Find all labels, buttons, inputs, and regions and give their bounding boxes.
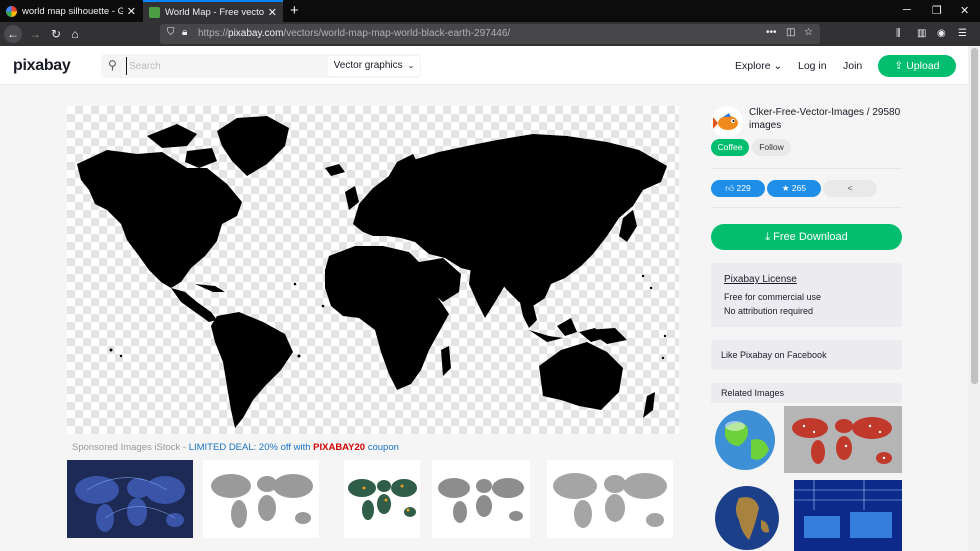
url-text[interactable]: https://pixabay.com/vectors/world-map-ma… xyxy=(198,28,510,39)
restore-icon[interactable]: ❐ xyxy=(932,4,942,17)
explore-menu[interactable]: Explore ⌄ xyxy=(735,60,782,72)
avatar[interactable] xyxy=(711,106,743,138)
tab-title: World Map - Free vector graph xyxy=(165,6,264,18)
main-image[interactable] xyxy=(67,106,679,434)
chevron-down-icon: ⌄ xyxy=(770,60,783,72)
gray-map-image xyxy=(438,478,524,523)
night-map-image xyxy=(75,476,185,532)
sponsored-line: Sponsored Images iStock - LIMITED DEAL: … xyxy=(72,442,399,453)
chevron-down-icon: ⌄ xyxy=(405,61,415,70)
facebook-like-box[interactable]: Like Pixabay on Facebook xyxy=(711,340,902,370)
lock-icon[interactable]: 🔒︎ xyxy=(182,27,187,38)
dotted-map-image xyxy=(553,473,667,528)
search-icon[interactable]: ⚲ xyxy=(108,58,117,72)
earth-image xyxy=(715,486,779,550)
license-line: No attribution required xyxy=(724,306,814,316)
new-tab-icon[interactable]: + xyxy=(290,2,299,19)
download-icon: ⤓ xyxy=(765,231,771,243)
menu-icon[interactable]: ☰ xyxy=(958,28,967,39)
scrollbar-thumb[interactable] xyxy=(971,48,978,384)
author-info[interactable]: Clker-Free-Vector-Images / 29580 images xyxy=(749,106,909,132)
pixabay-logo[interactable]: pixabay xyxy=(13,57,71,75)
category-label: Vector graphics xyxy=(333,60,403,71)
share-button[interactable]: < xyxy=(823,180,877,197)
home-icon[interactable]: ⌂ xyxy=(66,25,84,43)
license-line: Free for commercial use xyxy=(724,292,822,302)
close-icon[interactable]: ✕ xyxy=(127,5,136,18)
thumbs-up-icon: 👍︎ xyxy=(725,183,735,193)
sponsored-thumbnail[interactable] xyxy=(67,460,193,538)
coffee-button[interactable]: Coffee xyxy=(711,139,749,156)
favorite-button[interactable]: ★ 265 xyxy=(767,180,821,197)
pin-map-image xyxy=(792,417,892,464)
sponsored-thumbnail[interactable] xyxy=(432,460,530,538)
related-images-title: Related Images xyxy=(711,383,902,403)
related-image-pin-map[interactable] xyxy=(784,406,902,473)
related-image-globe[interactable] xyxy=(711,406,779,474)
author-name[interactable]: Clker-Free-Vector-Images / 29580 xyxy=(749,106,909,119)
tab-world-map[interactable]: World Map - Free vector graph ✕ xyxy=(143,0,283,22)
site-header: pixabay ⚲ Vector graphics ⌄ Explore ⌄ Lo… xyxy=(0,46,968,85)
related-image-tech[interactable] xyxy=(794,480,902,551)
browser-tab-bar: world map silhouette - Google ✕ World Ma… xyxy=(0,0,980,22)
upload-button[interactable]: ⇪ Upload xyxy=(878,55,956,77)
login-link[interactable]: Log in xyxy=(798,60,827,72)
sponsored-thumbnail[interactable] xyxy=(203,460,319,538)
gray-dotted-map-image xyxy=(211,474,313,528)
google-icon xyxy=(6,5,17,17)
reload-icon[interactable]: ↻ xyxy=(47,25,65,43)
world-map-silhouette xyxy=(77,116,667,428)
search-input[interactable] xyxy=(126,57,326,75)
category-dropdown[interactable]: Vector graphics ⌄ xyxy=(328,56,420,76)
tech-network-image xyxy=(794,480,902,538)
follow-button[interactable]: Follow xyxy=(752,139,791,156)
account-icon[interactable]: ◉ xyxy=(937,28,946,39)
green-map-image xyxy=(348,479,417,520)
like-button[interactable]: 👍︎ 229 xyxy=(711,180,765,197)
more-icon[interactable]: ••• xyxy=(766,27,777,38)
pocket-icon[interactable]: ◫ xyxy=(786,27,795,38)
window-close-icon[interactable]: ✕ xyxy=(960,4,969,17)
bookmark-star-icon[interactable]: ☆ xyxy=(804,27,813,38)
close-icon[interactable]: ✕ xyxy=(268,6,277,19)
url-bar[interactable]: ⛉ 🔒︎ https://pixabay.com/vectors/world-m… xyxy=(160,24,820,44)
license-link[interactable]: Pixabay License xyxy=(724,274,797,285)
deal-link[interactable]: LIMITED DEAL: 20% off with xyxy=(189,442,313,453)
minimize-icon[interactable]: ─ xyxy=(903,4,911,16)
divider xyxy=(711,168,902,169)
join-link[interactable]: Join xyxy=(843,60,862,72)
sponsored-thumbnail[interactable] xyxy=(344,460,420,538)
upload-icon: ⇪ xyxy=(894,60,904,72)
sidebar-icon[interactable]: ▥ xyxy=(917,28,926,39)
tab-title: world map silhouette - Google xyxy=(22,5,123,17)
forward-icon[interactable]: → xyxy=(26,25,44,43)
free-download-button[interactable]: ⤓ Free Download xyxy=(711,224,902,250)
author-images: images xyxy=(749,120,782,131)
coupon-code[interactable]: PIXABAY20 xyxy=(313,442,365,453)
pixabay-icon xyxy=(149,6,160,18)
search-box: ⚲ Vector graphics ⌄ xyxy=(101,54,421,78)
fish-avatar-image xyxy=(713,113,738,130)
back-icon[interactable]: ← xyxy=(4,25,22,43)
tab-google-search[interactable]: world map silhouette - Google ✕ xyxy=(0,0,142,22)
sponsored-thumbnail[interactable] xyxy=(547,460,673,538)
divider xyxy=(711,207,902,208)
share-icon: < xyxy=(847,183,853,193)
globe-image xyxy=(715,410,775,470)
library-icon[interactable]: ⫼ xyxy=(896,28,901,39)
related-image-earth[interactable] xyxy=(711,480,783,551)
shield-icon[interactable]: ⛉ xyxy=(167,27,175,38)
browser-nav-bar: ← → ↻ ⌂ ⛉ 🔒︎ https://pixabay.com/vectors… xyxy=(0,22,980,46)
star-icon: ★ xyxy=(781,183,790,193)
license-box: Pixabay License Free for commercial use … xyxy=(711,263,902,327)
